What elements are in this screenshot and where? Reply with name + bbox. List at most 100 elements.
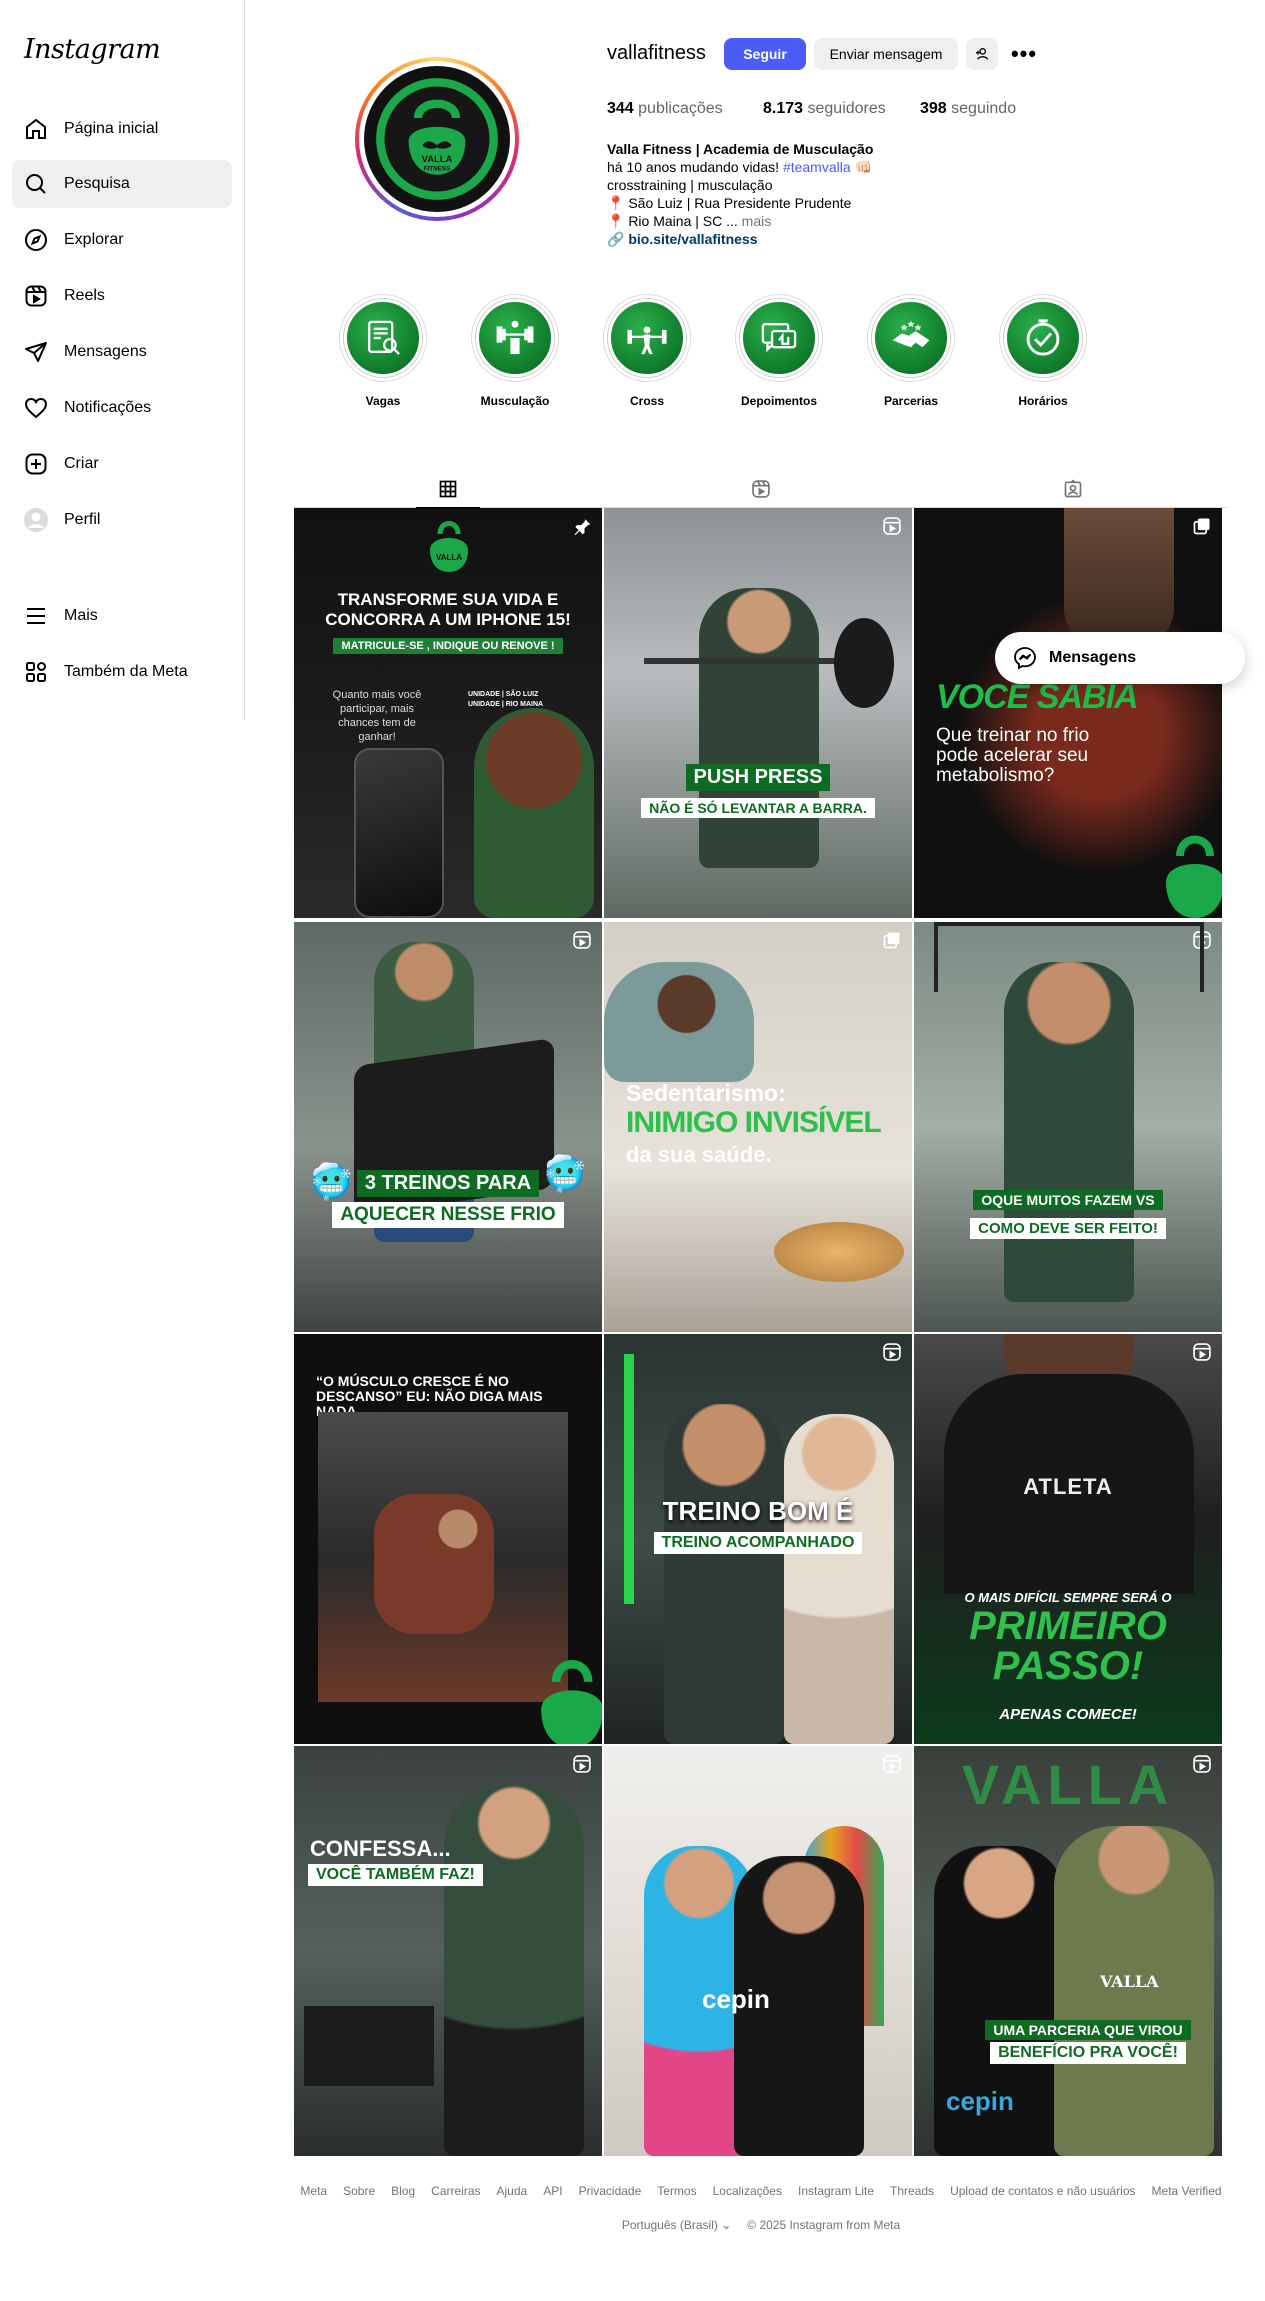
handshake-icon bbox=[872, 299, 950, 377]
profile-avatar[interactable]: VALLA FITNESS bbox=[355, 57, 519, 221]
send-icon bbox=[24, 340, 48, 364]
highlight-cross[interactable]: Cross bbox=[601, 294, 693, 408]
post-6[interactable]: OQUE MUITOS FAZEM VS COMO DEVE SER FEITO… bbox=[914, 922, 1222, 1332]
more-options-button[interactable]: ••• bbox=[1010, 38, 1038, 70]
copyright: © 2025 Instagram from Meta bbox=[747, 2218, 901, 2232]
testimonial-icon bbox=[740, 299, 818, 377]
phone-graphic bbox=[354, 748, 444, 918]
nav-more[interactable]: Mais bbox=[12, 592, 232, 640]
post-subtitle: AQUECER NESSE FRIO bbox=[294, 1202, 602, 1228]
brand-text: cepin bbox=[702, 1984, 770, 2014]
man-graphic bbox=[1054, 1826, 1214, 2156]
instagram-logo[interactable]: Instagram bbox=[24, 34, 161, 65]
nav-label: Mensagens bbox=[64, 343, 147, 360]
followers-count[interactable]: 8.173 seguidores bbox=[763, 100, 886, 118]
tagged-icon bbox=[1064, 479, 1082, 498]
footer-link[interactable]: API bbox=[543, 2184, 562, 2198]
bench-graphic bbox=[304, 2006, 434, 2086]
tab-posts[interactable] bbox=[416, 470, 480, 508]
nav-profile[interactable]: Perfil bbox=[12, 496, 232, 544]
nav-label: Reels bbox=[64, 287, 105, 304]
plus-square-icon bbox=[24, 452, 48, 476]
search-icon bbox=[24, 172, 48, 196]
shirt-text: VALLA bbox=[1100, 1972, 1159, 1991]
nav-label: Perfil bbox=[64, 511, 101, 528]
post-title: TRANSFORME SUA VIDA E CONCORRA A UM IPHO… bbox=[325, 590, 571, 629]
footer-link[interactable]: Instagram Lite bbox=[798, 2184, 874, 2198]
bio-line: crosstraining | musculação bbox=[607, 177, 773, 193]
footer-link[interactable]: Threads bbox=[890, 2184, 934, 2198]
post-subtitle: Que treinar no frio pode acelerar seu me… bbox=[936, 725, 1090, 786]
post-5[interactable]: Sedentarismo: INIMIGO INVISÍVEL da sua s… bbox=[604, 922, 912, 1332]
nav-home[interactable]: Página inicial bbox=[12, 105, 232, 153]
pin-icon bbox=[572, 516, 592, 536]
bio-website[interactable]: 🔗 bio.site/vallafitness bbox=[607, 230, 927, 248]
heart-icon bbox=[24, 396, 48, 420]
bio-line: há 10 anos mudando vidas! #teamvalla 👊🏻 bbox=[607, 159, 872, 175]
kettlebell-icon bbox=[1166, 835, 1222, 918]
tab-reels[interactable] bbox=[729, 470, 793, 508]
post-11[interactable]: cepin bbox=[604, 1746, 912, 2156]
following-count[interactable]: 398 seguindo bbox=[920, 100, 1016, 118]
nav-create[interactable]: Criar bbox=[12, 440, 232, 488]
nav-label: Criar bbox=[64, 455, 99, 472]
post-1[interactable]: VALLA TRANSFORME SUA VIDA E CONCORRA A U… bbox=[294, 508, 602, 918]
footer-link[interactable]: Meta Verified bbox=[1152, 2184, 1222, 2198]
posts-count[interactable]: 344 publicações bbox=[607, 100, 723, 118]
hashtag-link[interactable]: #teamvalla bbox=[783, 159, 851, 175]
highlight-musculacao[interactable]: Musculação bbox=[469, 294, 561, 408]
kettlebell-icon bbox=[541, 1660, 602, 1744]
send-message-button[interactable]: Enviar mensagem bbox=[814, 38, 958, 70]
post-title: Sedentarismo: bbox=[626, 1080, 786, 1106]
avatar-icon bbox=[24, 508, 48, 532]
bio-name: Valla Fitness | Academia de Musculação bbox=[607, 141, 874, 157]
post-subtitle: APENAS COMECE! bbox=[999, 1706, 1137, 1723]
post-12[interactable]: VALLA VALLA UMA PARCERIA QUE VIROU BENEF… bbox=[914, 1746, 1222, 2156]
reel-icon bbox=[1192, 1342, 1212, 1362]
svg-text:VALLA: VALLA bbox=[436, 553, 462, 562]
nav-also-from-meta[interactable]: Também da Meta bbox=[12, 648, 232, 696]
post-3[interactable]: VOCÊ SABIA Que treinar no frio pode acel… bbox=[914, 508, 1222, 918]
nav-label: Pesquisa bbox=[64, 175, 130, 192]
bio-more-link[interactable]: mais bbox=[738, 213, 772, 229]
footer-bottom: Português (Brasil) ⌄ © 2025 Instagram fr… bbox=[294, 2218, 1228, 2232]
post-4[interactable]: 🥶 🥶 3 TREINOS PARA AQUECER NESSE FRIO bbox=[294, 922, 602, 1332]
footer-link[interactable]: Localizações bbox=[713, 2184, 782, 2198]
post-7[interactable]: “O MÚSCULO CRESCE É NO DESCANSO” EU: NÃO… bbox=[294, 1334, 602, 1744]
footer-link[interactable]: Ajuda bbox=[497, 2184, 528, 2198]
highlight-parcerias[interactable]: Parcerias bbox=[865, 294, 957, 408]
language-selector[interactable]: Português (Brasil) ⌄ bbox=[622, 2218, 731, 2232]
footer-link[interactable]: Carreiras bbox=[431, 2184, 480, 2198]
trainer-graphic bbox=[1004, 962, 1134, 1302]
follow-button[interactable]: Seguir bbox=[724, 38, 806, 70]
footer-link[interactable]: Termos bbox=[657, 2184, 696, 2198]
sidebar: Instagram Página inicial Pesquisa Explor… bbox=[0, 0, 245, 720]
footer-link[interactable]: Meta bbox=[300, 2184, 327, 2198]
post-title: PUSH PRESS bbox=[604, 764, 912, 791]
nav-explore[interactable]: Explorar bbox=[12, 216, 232, 264]
messages-floating-button[interactable]: Mensagens bbox=[995, 632, 1245, 684]
tab-tagged[interactable] bbox=[1041, 470, 1105, 508]
highlight-vagas[interactable]: Vagas bbox=[337, 294, 429, 408]
post-title: CONFESSA... bbox=[310, 1836, 451, 1861]
nav-notifications[interactable]: Notificações bbox=[12, 384, 232, 432]
suggest-user-button[interactable] bbox=[966, 38, 998, 70]
bio-line: 📍 Rio Maina | SC ... mais bbox=[607, 213, 772, 229]
highlight-horarios[interactable]: Horários bbox=[997, 294, 1089, 408]
dumbbell-icon bbox=[476, 299, 554, 377]
footer-link[interactable]: Privacidade bbox=[579, 2184, 642, 2198]
resting-woman-graphic bbox=[374, 1494, 494, 1634]
post-9[interactable]: ATLETA O MAIS DIFÍCIL SEMPRE SERÁ O PRIM… bbox=[914, 1334, 1222, 1744]
post-8[interactable]: TREINO BOM É TREINO ACOMPANHADO bbox=[604, 1334, 912, 1744]
footer-link[interactable]: Sobre bbox=[343, 2184, 375, 2198]
post-2[interactable]: PUSH PRESS NÃO É SÓ LEVANTAR A BARRA. bbox=[604, 508, 912, 918]
post-10[interactable]: CONFESSA... VOCÊ TAMBÉM FAZ! bbox=[294, 1746, 602, 2156]
footer-link[interactable]: Upload de contatos e não usuários bbox=[950, 2184, 1135, 2198]
nav-reels[interactable]: Reels bbox=[12, 272, 232, 320]
highlight-depoimentos[interactable]: Depoimentos bbox=[733, 294, 825, 408]
man-graphic bbox=[444, 1786, 584, 2156]
nav-search[interactable]: Pesquisa bbox=[12, 160, 232, 208]
footer-link[interactable]: Blog bbox=[391, 2184, 415, 2198]
nav-messages[interactable]: Mensagens bbox=[12, 328, 232, 376]
reels-icon bbox=[24, 284, 48, 308]
